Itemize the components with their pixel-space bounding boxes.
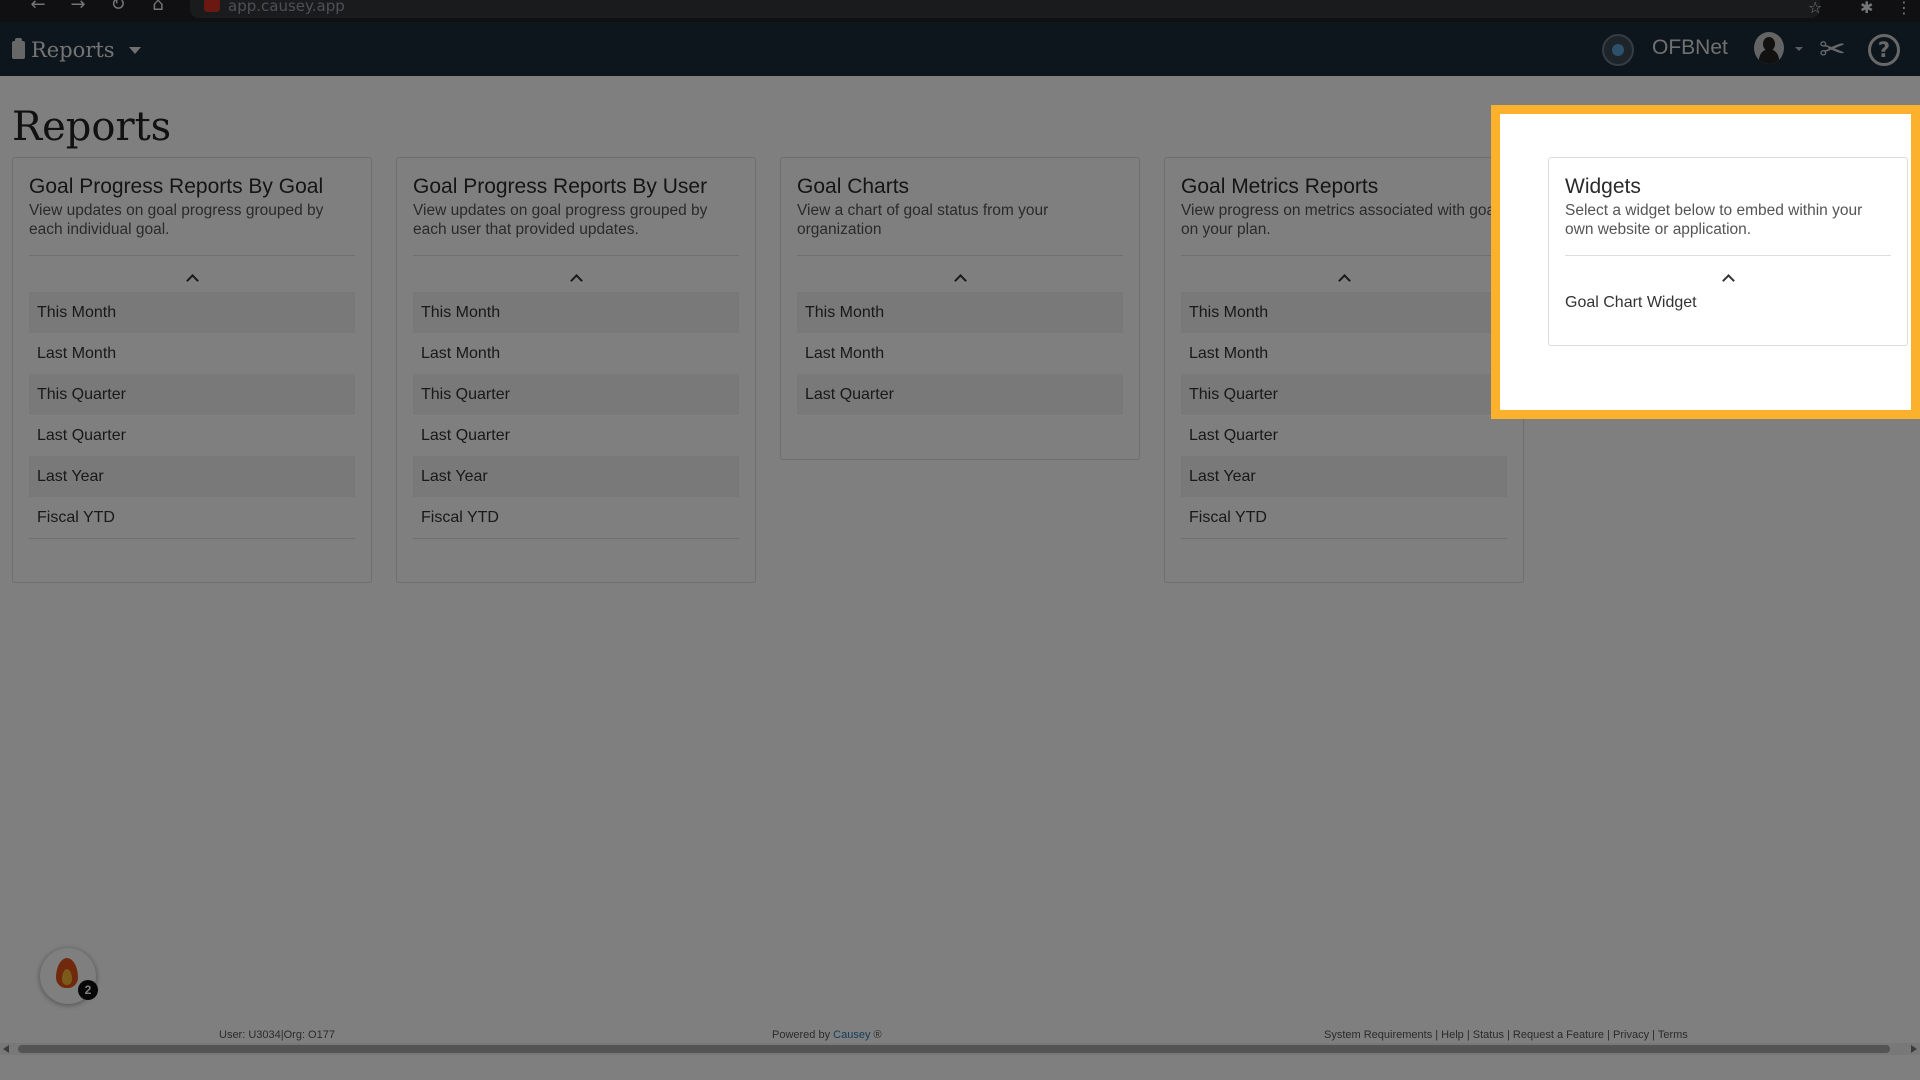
extensions-icon[interactable]: ✱	[1860, 0, 1873, 17]
address-bar[interactable]: app.causey.app	[190, 0, 1820, 18]
card-title: Goal Charts	[797, 175, 910, 198]
divider	[1181, 255, 1507, 256]
footer-powered-by: Powered by Causey ®	[772, 1029, 882, 1041]
card-description: View progress on metrics associated with…	[1181, 202, 1507, 238]
divider	[1181, 538, 1507, 539]
list-item[interactable]: Last Quarter	[797, 374, 1123, 415]
home-icon[interactable]: ⌂	[144, 0, 172, 14]
list-item[interactable]: Last Month	[1181, 333, 1507, 374]
scroll-right-icon[interactable]	[1911, 1045, 1917, 1053]
powered-prefix: Powered by	[772, 1029, 831, 1041]
report-period-list: This Month Last Month This Quarter Last …	[413, 292, 739, 538]
back-icon[interactable]: ←	[24, 0, 52, 14]
list-item[interactable]: Last Year	[29, 456, 355, 497]
page-title: Reports	[12, 104, 172, 150]
list-item[interactable]: Last Month	[29, 333, 355, 374]
footer-links[interactable]: System Requirements | Help | Status | Re…	[1324, 1029, 1688, 1041]
list-item[interactable]: This Month	[29, 292, 355, 333]
list-item[interactable]: Last Quarter	[29, 415, 355, 456]
card-title: Goal Progress Reports By Goal	[29, 175, 324, 198]
reports-menu-toggle[interactable]: Reports	[12, 38, 141, 62]
divider	[797, 255, 1123, 256]
list-item[interactable]: Last Month	[413, 333, 739, 374]
footer-user-info: User: U3034|Org: O177	[219, 1029, 335, 1041]
notification-count-badge: 2	[78, 980, 98, 1000]
goal-chart-widget-link[interactable]: Goal Chart Widget	[1565, 294, 1891, 312]
site-favicon-icon	[204, 0, 220, 12]
chevron-up-icon[interactable]	[1334, 268, 1354, 288]
card-goal-progress-by-goal: Goal Progress Reports By Goal View updat…	[12, 157, 372, 583]
card-goal-progress-by-user: Goal Progress Reports By User View updat…	[396, 157, 756, 583]
user-menu-caret-icon[interactable]	[1795, 47, 1803, 51]
report-period-list: This Month Last Month This Quarter Last …	[29, 292, 355, 538]
list-item[interactable]: Fiscal YTD	[29, 497, 355, 538]
divider	[413, 255, 739, 256]
clipboard-icon	[12, 38, 25, 59]
list-item[interactable]: This Quarter	[1181, 374, 1507, 415]
card-description: Select a widget below to embed within yo…	[1565, 202, 1863, 238]
card-description: View updates on goal progress grouped by…	[413, 202, 708, 238]
scrollbar-thumb[interactable]	[18, 1045, 1890, 1053]
list-item[interactable]: This Quarter	[413, 374, 739, 415]
list-item[interactable]: This Quarter	[29, 374, 355, 415]
list-item[interactable]: This Month	[797, 292, 1123, 333]
list-item[interactable]: Last Year	[1181, 456, 1507, 497]
card-description: View updates on goal progress grouped by…	[29, 202, 324, 238]
divider	[29, 255, 355, 256]
card-widgets: Widgets Select a widget below to embed w…	[1548, 157, 1908, 346]
flame-icon	[56, 958, 78, 988]
browser-menu-icon[interactable]: ⋮	[1896, 0, 1912, 17]
browser-toolbar: ← → ↻ ⌂ app.causey.app ☆ ✱ ⋮	[0, 0, 1920, 22]
card-description: View a chart of goal status from your or…	[797, 202, 1049, 238]
card-title: Goal Progress Reports By User	[413, 175, 708, 198]
list-item[interactable]: This Month	[413, 292, 739, 333]
org-logo-icon[interactable]	[1602, 34, 1634, 66]
horizontal-scrollbar[interactable]	[0, 1043, 1920, 1055]
bookmark-star-icon[interactable]: ☆	[1808, 0, 1822, 17]
card-goal-charts: Goal Charts View a chart of goal status …	[780, 157, 1140, 460]
card-goal-metrics-reports: Goal Metrics Reports View progress on me…	[1164, 157, 1524, 583]
registered-mark: ®	[873, 1029, 882, 1041]
list-item[interactable]: Last Quarter	[1181, 415, 1507, 456]
chevron-up-icon[interactable]	[566, 268, 586, 288]
forward-icon[interactable]: →	[64, 0, 92, 14]
scroll-left-icon[interactable]	[3, 1045, 9, 1053]
list-item[interactable]: Last Month	[797, 333, 1123, 374]
tools-icon[interactable]: ✂	[1819, 30, 1846, 68]
org-name[interactable]: OFBNet	[1652, 36, 1728, 60]
report-period-list: This Month Last Month Last Quarter	[797, 292, 1123, 415]
chevron-down-icon	[128, 46, 141, 54]
chevron-up-icon[interactable]	[182, 268, 202, 288]
card-title: Widgets	[1565, 175, 1641, 198]
report-period-list: This Month Last Month This Quarter Last …	[1181, 292, 1507, 538]
chevron-up-icon[interactable]	[1718, 268, 1738, 288]
divider	[1565, 255, 1891, 256]
app-navbar: Reports OFBNet ✂ ?	[0, 22, 1920, 76]
list-item[interactable]: Fiscal YTD	[1181, 497, 1507, 538]
causey-link[interactable]: Causey	[833, 1029, 870, 1041]
list-item[interactable]: Last Year	[413, 456, 739, 497]
divider	[29, 538, 355, 539]
list-item[interactable]: This Month	[1181, 292, 1507, 333]
user-avatar[interactable]	[1754, 32, 1784, 64]
reports-menu-label: Reports	[31, 38, 115, 62]
help-icon[interactable]: ?	[1868, 34, 1900, 66]
list-item[interactable]: Last Quarter	[413, 415, 739, 456]
notifications-button[interactable]: 2	[40, 948, 98, 1004]
chevron-up-icon[interactable]	[950, 268, 970, 288]
card-title: Goal Metrics Reports	[1181, 175, 1379, 198]
divider	[413, 538, 739, 539]
reload-icon[interactable]: ↻	[104, 0, 132, 14]
list-item[interactable]: Fiscal YTD	[413, 497, 739, 538]
url-text: app.causey.app	[228, 0, 345, 15]
